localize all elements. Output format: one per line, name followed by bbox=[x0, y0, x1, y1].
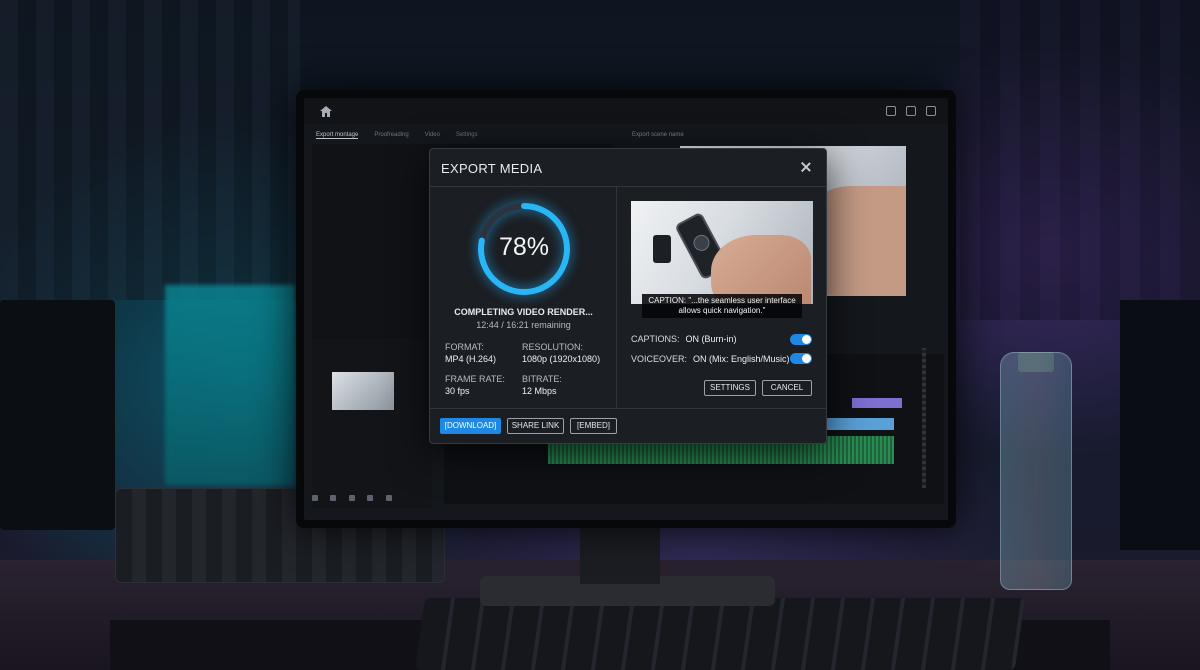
tab-settings[interactable]: Settings bbox=[456, 132, 478, 139]
new-bin-icon[interactable] bbox=[348, 495, 355, 501]
share-link-button[interactable]: SHARE LINK bbox=[507, 418, 564, 434]
delete-icon[interactable] bbox=[385, 495, 392, 501]
dialog-divider bbox=[616, 187, 617, 408]
format-value: MP4 (H.264) bbox=[445, 354, 497, 364]
search-icon[interactable] bbox=[886, 106, 896, 116]
bitrate-spec: BITRATE: 12 Mbps bbox=[522, 373, 562, 397]
embed-button[interactable]: [EMBED] bbox=[570, 418, 617, 434]
bitrate-label: BITRATE: bbox=[522, 374, 562, 384]
timeline-clip-purple[interactable] bbox=[852, 398, 902, 408]
monitor-stand bbox=[580, 524, 660, 584]
new-item-icon[interactable] bbox=[367, 495, 374, 501]
audio-level-meter bbox=[922, 348, 926, 488]
editor-tabs: Export montage Proofreading Video Settin… bbox=[316, 132, 478, 139]
bitrate-value: 12 Mbps bbox=[522, 386, 557, 396]
framerate-spec: FRAME RATE: 30 fps bbox=[445, 373, 505, 397]
tab-proofreading[interactable]: Proofreading bbox=[374, 132, 408, 139]
icon-view-icon[interactable] bbox=[330, 495, 337, 501]
framerate-label: FRAME RATE: bbox=[445, 374, 505, 384]
format-label: FORMAT: bbox=[445, 342, 484, 352]
resolution-label: RESOLUTION: bbox=[522, 342, 584, 352]
keyboard bbox=[414, 598, 1026, 670]
editor-topbar bbox=[304, 98, 948, 124]
voiceover-value: ON (Mix: English/Music) bbox=[693, 354, 790, 364]
dialog-header: EXPORT MEDIA bbox=[430, 149, 826, 187]
preview-speaker bbox=[653, 235, 671, 263]
captions-label: CAPTIONS: bbox=[631, 334, 680, 344]
project-panel-toolbar bbox=[312, 488, 632, 501]
acoustic-foam-left bbox=[0, 0, 300, 300]
tab-export-montage[interactable]: Export montage bbox=[316, 132, 359, 139]
layers-icon[interactable] bbox=[926, 106, 936, 116]
close-icon[interactable] bbox=[798, 159, 814, 175]
progress-percent: 78% bbox=[498, 233, 550, 261]
water-bottle bbox=[1000, 352, 1072, 590]
teal-light-panel bbox=[165, 285, 295, 485]
project-panel bbox=[312, 338, 432, 508]
caption-overlay: CAPTION: "...the seamless user interface… bbox=[642, 294, 802, 318]
captions-option: CAPTIONS: ON (Burn-in) bbox=[631, 334, 737, 344]
download-button[interactable]: [DOWNLOAD] bbox=[440, 418, 501, 434]
resolution-value: 1080p (1920x1080) bbox=[522, 354, 601, 364]
acoustic-foam-right bbox=[960, 0, 1200, 320]
list-view-icon[interactable] bbox=[312, 495, 318, 501]
timeline-clip-blue[interactable] bbox=[824, 418, 894, 430]
voiceover-option: VOICEOVER: ON (Mix: English/Music) bbox=[631, 354, 790, 364]
export-media-dialog: EXPORT MEDIA 78% COMPLETING VIDEO RENDER… bbox=[429, 148, 827, 444]
resolution-spec: RESOLUTION: 1080p (1920x1080) bbox=[522, 341, 600, 365]
render-time-remaining: 12:44 / 16:21 remaining bbox=[476, 320, 571, 330]
captions-value: ON (Burn-in) bbox=[685, 334, 737, 344]
save-icon[interactable] bbox=[906, 106, 916, 116]
export-preview bbox=[631, 201, 813, 304]
speaker-right bbox=[1120, 300, 1200, 550]
dialog-footer-divider bbox=[430, 408, 826, 409]
top-tools bbox=[886, 106, 936, 116]
program-monitor-tab[interactable]: Export scene name bbox=[632, 132, 684, 138]
voiceover-toggle[interactable] bbox=[790, 353, 812, 364]
home-icon[interactable] bbox=[320, 106, 332, 117]
framerate-value: 30 fps bbox=[445, 386, 470, 396]
format-spec: FORMAT: MP4 (H.264) bbox=[445, 341, 496, 365]
speaker-left bbox=[0, 300, 115, 530]
render-status: COMPLETING VIDEO RENDER... bbox=[454, 307, 593, 317]
dialog-title: EXPORT MEDIA bbox=[441, 161, 543, 176]
voiceover-label: VOICEOVER: bbox=[631, 354, 688, 364]
settings-button[interactable]: SETTINGS bbox=[704, 380, 756, 396]
project-thumbnail[interactable] bbox=[332, 372, 394, 410]
captions-toggle[interactable] bbox=[790, 334, 812, 345]
tab-video[interactable]: Video bbox=[425, 132, 440, 139]
cancel-button[interactable]: CANCEL bbox=[762, 380, 812, 396]
